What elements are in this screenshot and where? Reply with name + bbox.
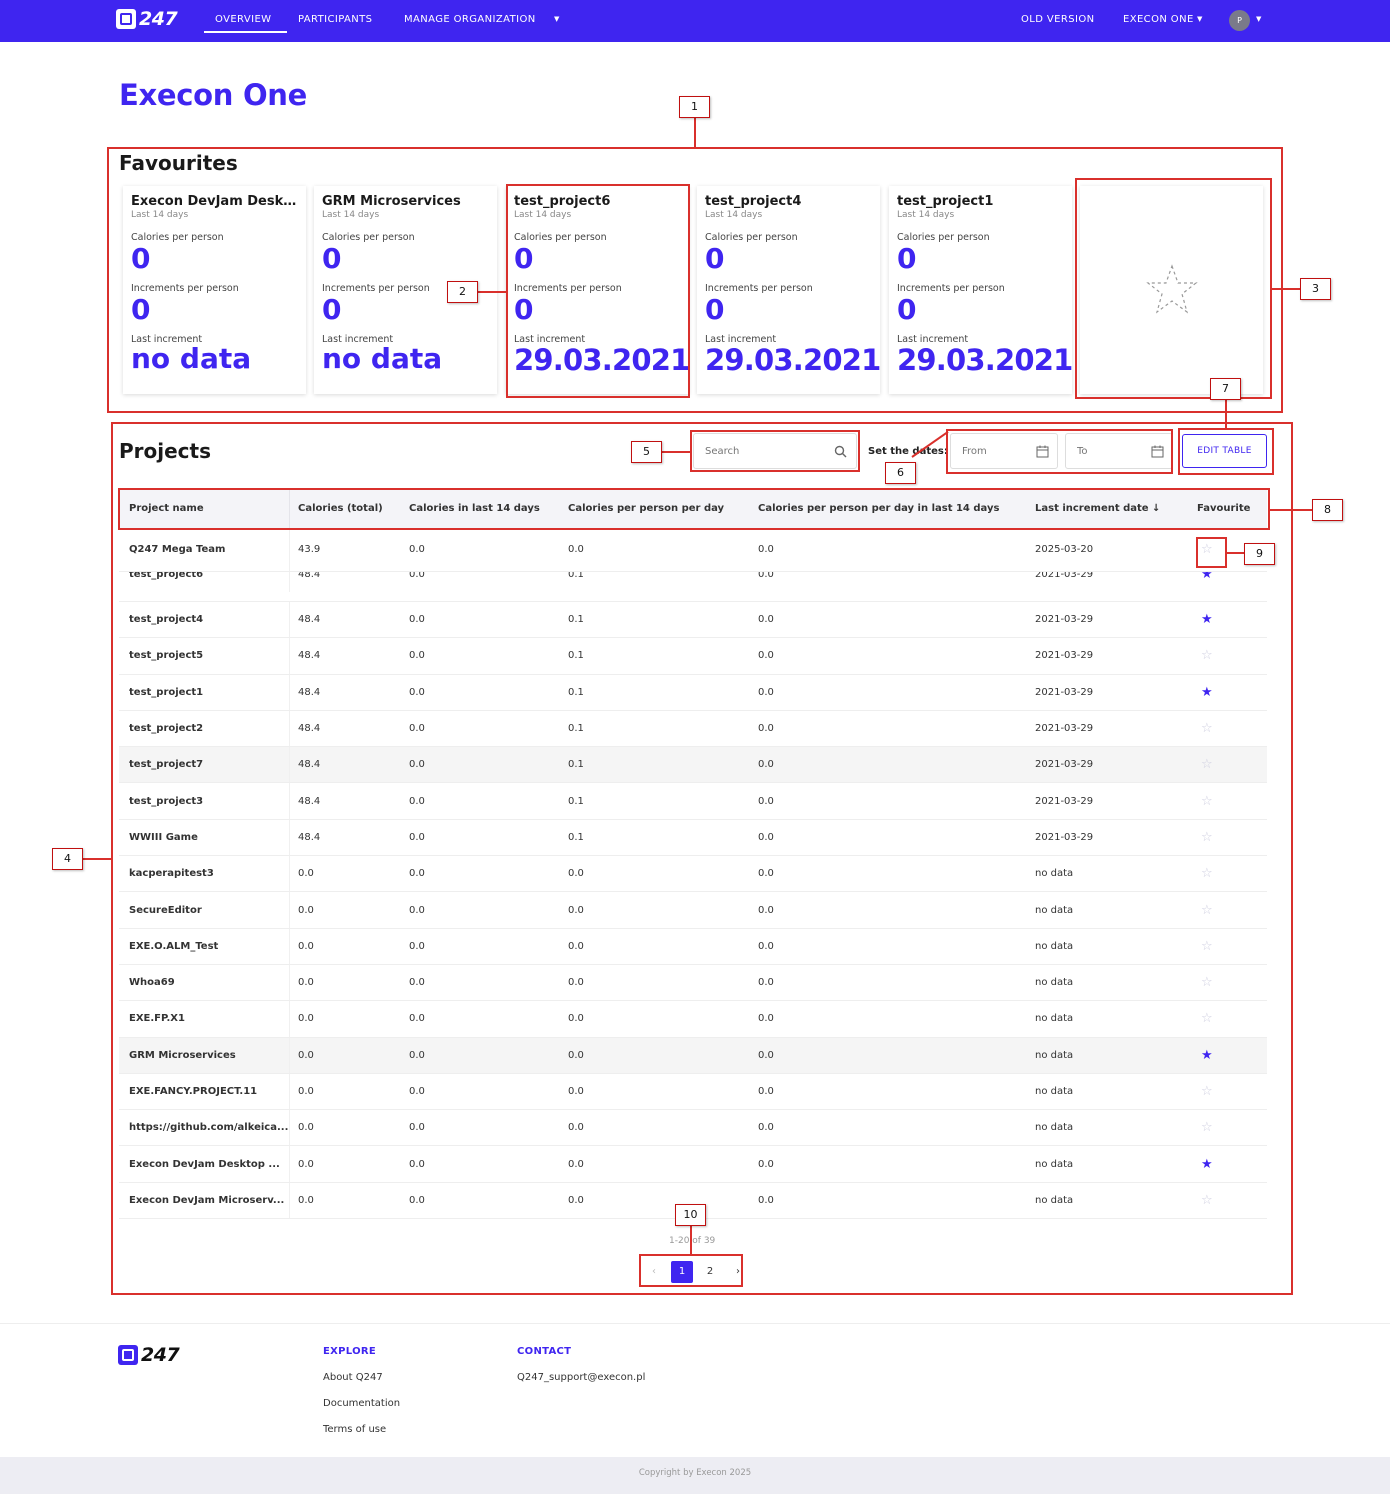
callout-1: 1 [679,96,710,118]
callout-8: 8 [1312,499,1343,521]
annotation-line [478,291,508,293]
active-tab-indicator [204,31,287,33]
annotation-line [1227,552,1245,554]
callout-3: 3 [1300,278,1331,300]
callout-6: 6 [885,462,916,484]
link-about[interactable]: About Q247 [323,1372,383,1383]
link-terms[interactable]: Terms of use [323,1424,386,1435]
annotation-line [690,1226,692,1256]
org-switcher[interactable]: EXECON ONE [1123,14,1194,25]
callout-7: 7 [1210,378,1241,400]
contact-title: CONTACT [517,1346,572,1357]
logo-text: 247 [139,8,178,30]
annotation-box-card [506,184,690,398]
footer-logo-text: 247 [141,1344,180,1366]
annotation-box-projects [111,422,1293,1295]
avatar[interactable]: P [1229,10,1250,31]
annotation-box-pager [639,1254,743,1287]
footer-logo[interactable]: 247 [118,1344,180,1366]
annotation-box-search [690,430,860,472]
footer [0,1323,1390,1457]
explore-title: EXPLORE [323,1346,377,1357]
annotation-line [694,118,696,148]
annotation-box-empty-card [1075,178,1272,399]
callout-4: 4 [52,848,83,870]
annotation-line [1225,400,1227,430]
annotation-box-header [118,488,1270,530]
annotation-box-dates [946,429,1173,474]
annotation-box-edit [1178,428,1274,475]
nav-participants[interactable]: PARTICIPANTS [298,14,372,25]
nav-manage-organization[interactable]: MANAGE ORGANIZATION [404,14,536,25]
page-title: Execon One [119,78,308,112]
q-logo-icon [116,9,136,29]
copyright: Copyright by Execon 2025 [0,1457,1390,1494]
callout-9: 9 [1244,543,1275,565]
logo[interactable]: 247 [116,8,178,30]
callout-2: 2 [447,281,478,303]
q-logo-icon [118,1345,138,1365]
contact-email[interactable]: Q247_support@execon.pl [517,1372,645,1383]
nav-old-version[interactable]: OLD VERSION [1021,14,1094,25]
chevron-down-icon[interactable]: ▼ [1197,15,1202,23]
nav-overview[interactable]: OVERVIEW [215,14,271,25]
top-nav: 247 OVERVIEW PARTICIPANTS MANAGE ORGANIZ… [0,0,1390,42]
callout-5: 5 [631,441,662,463]
chevron-down-icon[interactable]: ▼ [1256,15,1261,23]
annotation-line [83,858,113,860]
annotation-line [1272,288,1302,290]
callout-10: 10 [675,1204,706,1226]
link-documentation[interactable]: Documentation [323,1398,400,1409]
annotation-box-star [1196,537,1227,568]
annotation-line [662,451,692,453]
chevron-down-icon[interactable]: ▼ [554,15,559,23]
annotation-line [1270,509,1314,511]
